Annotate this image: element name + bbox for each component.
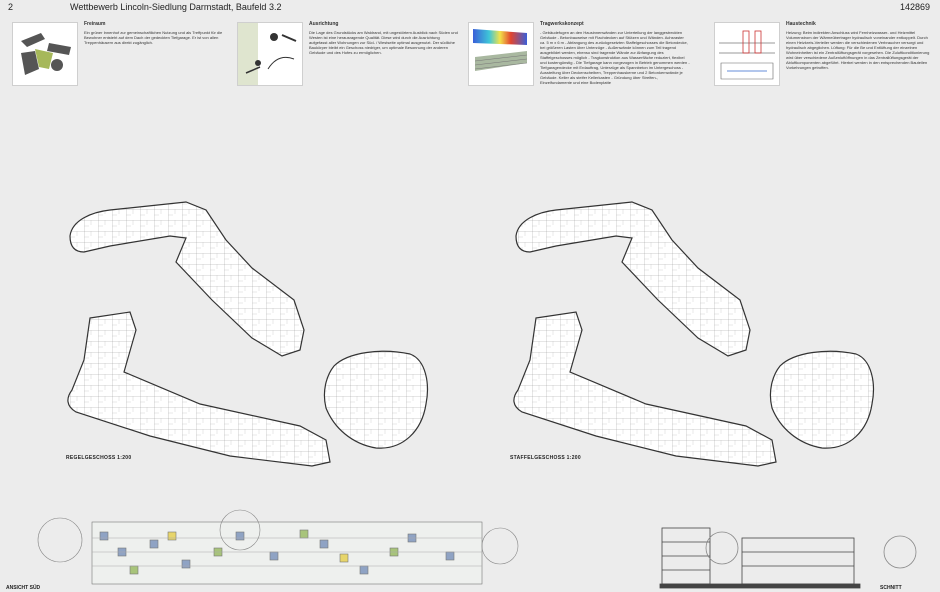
plan-label-staffelgeschoss: STAFFELGESCHOSS 1:200 xyxy=(510,455,581,461)
plan-staffelgeschoss xyxy=(513,201,875,467)
plan-label-regelgeschoss: REGELGESCHOSS 1:200 xyxy=(66,455,132,461)
building-east xyxy=(323,350,429,449)
floor-plans-drawing xyxy=(37,201,917,589)
building-east xyxy=(769,350,875,449)
label-schnitt: SCHNITT xyxy=(880,585,902,591)
section-drawing xyxy=(659,527,917,589)
plan-regelgeschoss xyxy=(67,201,429,467)
label-ansicht-sued: ANSICHT SÜD xyxy=(6,585,41,591)
elevation-south xyxy=(37,509,519,585)
